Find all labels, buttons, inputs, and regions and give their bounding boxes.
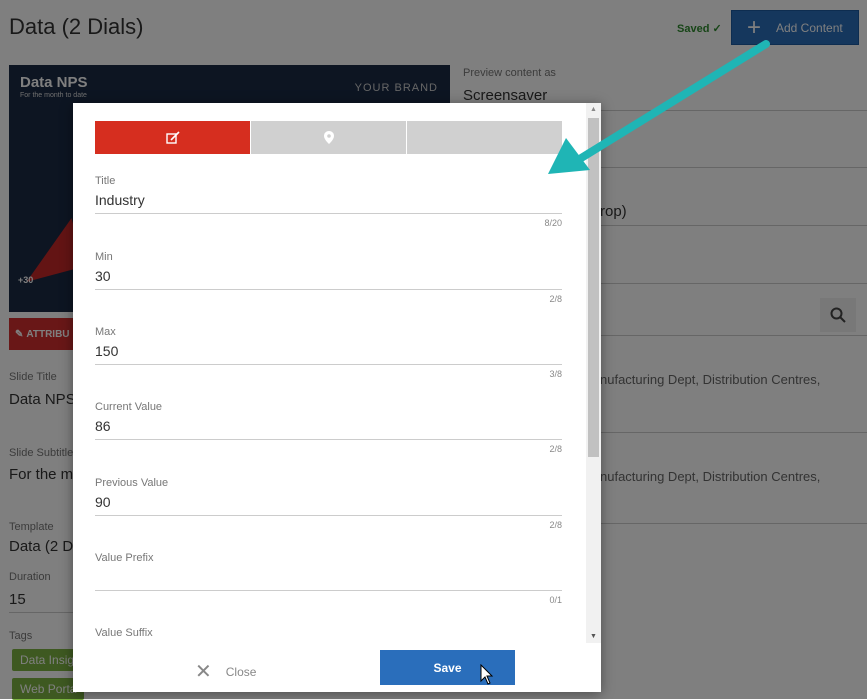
- dialog-footer: ✕ Close Save: [73, 643, 601, 692]
- tab-edit[interactable]: [95, 121, 251, 154]
- field-label: Min: [95, 251, 113, 263]
- title-input[interactable]: Industry: [95, 192, 562, 214]
- scroll-down-icon[interactable]: ▼: [586, 633, 601, 640]
- value-prefix-field: Value Prefix 0/1: [95, 552, 562, 605]
- max-field: Max 150 3/8: [95, 326, 562, 379]
- char-counter: 2/8: [549, 294, 562, 304]
- value-prefix-input[interactable]: [95, 569, 562, 591]
- save-button[interactable]: Save: [380, 650, 515, 685]
- close-label: Close: [225, 664, 257, 679]
- map-pin-icon: [323, 131, 334, 144]
- edit-dial-dialog: Title Industry 8/20 Min 30 2/8 Max 150 3…: [73, 103, 601, 692]
- field-label: Max: [95, 326, 116, 338]
- min-input[interactable]: 30: [95, 268, 562, 290]
- previous-value-input[interactable]: 90: [95, 494, 562, 516]
- mouse-cursor-icon: [480, 664, 494, 685]
- value-suffix-field: Value Suffix: [95, 627, 562, 639]
- field-label: Current Value: [95, 401, 163, 413]
- current-value-field: Current Value 86 2/8: [95, 401, 562, 454]
- char-counter: 0/1: [549, 595, 562, 605]
- max-input[interactable]: 150: [95, 343, 562, 365]
- dialog-scrollbar[interactable]: ▲ ▼: [586, 103, 601, 643]
- scroll-up-icon[interactable]: ▲: [586, 106, 601, 113]
- scrollbar-thumb[interactable]: [588, 118, 599, 457]
- close-button[interactable]: ✕ Close: [195, 659, 256, 684]
- char-counter: 2/8: [549, 444, 562, 454]
- char-counter: 3/8: [549, 369, 562, 379]
- field-label: Previous Value: [95, 477, 169, 489]
- field-label: Value Suffix: [95, 627, 153, 639]
- close-icon: ✕: [195, 661, 212, 683]
- char-counter: 2/8: [549, 520, 562, 530]
- field-label: Value Prefix: [95, 552, 154, 564]
- min-field: Min 30 2/8: [95, 251, 562, 304]
- tab-location[interactable]: [251, 121, 407, 154]
- field-label: Title: [95, 175, 116, 187]
- tab-third[interactable]: [407, 121, 562, 154]
- dialog-tabs: [95, 121, 562, 154]
- previous-value-field: Previous Value 90 2/8: [95, 477, 562, 530]
- current-value-input[interactable]: 86: [95, 418, 562, 440]
- char-counter: 8/20: [544, 218, 562, 228]
- title-field: Title Industry 8/20: [95, 175, 562, 228]
- edit-icon: [165, 130, 180, 144]
